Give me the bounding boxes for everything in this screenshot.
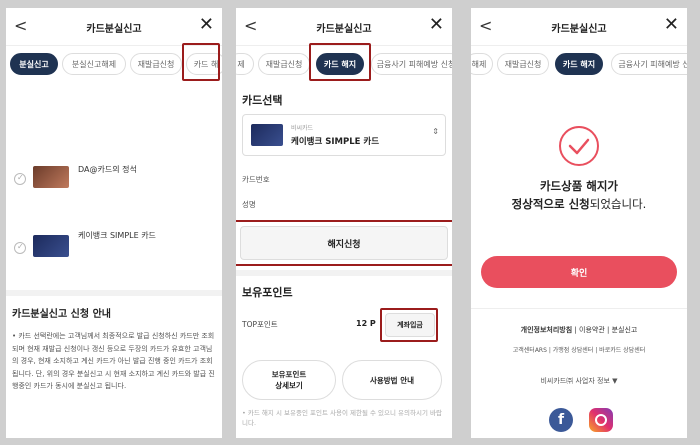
highlight-box — [182, 43, 220, 81]
merchant-center-link[interactable]: 가맹점 상담센터 — [553, 347, 594, 354]
divider — [6, 290, 222, 296]
page-title: 카드분실신고 — [86, 24, 142, 35]
header: < 카드분실신고 ✕ — [6, 8, 222, 46]
panel-card-cancel: < 카드분실신고 ✕ 제 재발급신청 카드 해지 금융사기 피해예방 신청 카드… — [236, 8, 452, 438]
highlight-box — [380, 308, 438, 342]
tab-reissue[interactable]: 재발급신청 — [258, 53, 310, 75]
points-title: 보유포인트 — [242, 286, 293, 299]
name-label: 성명 — [242, 200, 256, 209]
confirm-button[interactable]: 확인 — [481, 256, 677, 288]
tab-loss-cancel[interactable]: 분실신고해제 — [62, 53, 126, 75]
card-issuer: 비씨카드 — [291, 125, 314, 132]
points-note: • 카드 해지 시 보유중인 포인트 사용이 제한될 수 있으니 유의하시기 바… — [242, 409, 442, 427]
tab-partial[interactable]: 제 — [236, 53, 254, 75]
tab-release[interactable]: 해제 — [471, 53, 493, 75]
card-select-dropdown[interactable]: 비씨카드 케이뱅크 SIMPLE 카드 ⇕ — [242, 114, 446, 156]
view-points-button[interactable]: 보유포인트 상세보기 — [242, 360, 336, 400]
check-circle-icon — [559, 126, 599, 166]
company-info-label: 비씨카드㈜ 사업자 정보 — [540, 377, 610, 385]
card-image-2 — [33, 235, 69, 257]
card-name-2[interactable]: 케이뱅크 SIMPLE 카드 — [78, 230, 156, 241]
ars-link[interactable]: 고객센터ARS — [513, 347, 547, 354]
highlight-box — [236, 220, 452, 266]
guide-title: 카드분실신고 신청 안내 — [12, 309, 111, 320]
card-check-2[interactable] — [14, 242, 26, 254]
top-point-value: 12 P — [356, 319, 376, 328]
footer-links-1: 개인정보처리방침 | 이용약관 | 분실신고 — [520, 326, 638, 334]
company-info-toggle[interactable]: 비씨카드㈜ 사업자 정보 ▼ — [471, 376, 687, 386]
divider — [471, 308, 687, 309]
card-image-1 — [33, 166, 69, 188]
panel-loss-report: < 카드분실신고 ✕ 분실신고 분실신고해제 재발급신청 카드 해 DA@카드의… — [6, 8, 222, 438]
facebook-icon[interactable]: f — [549, 408, 573, 432]
card-number-label: 카드번호 — [242, 175, 270, 184]
complete-message-line2: 정상적으로 신청되었습니다. — [471, 196, 687, 212]
page-title: 카드분실신고 — [316, 24, 372, 35]
tab-reissue[interactable]: 재발급신청 — [130, 53, 182, 75]
complete-message-line1: 카드상품 해지가 — [539, 179, 619, 193]
card-select-title: 카드선택 — [242, 94, 283, 107]
page-title: 카드분실신고 — [551, 24, 607, 35]
loss-report-link[interactable]: 분실신고 — [612, 326, 638, 334]
barocard-center-link[interactable]: 바로카드 상담센터 — [599, 347, 645, 354]
close-icon[interactable]: ✕ — [664, 14, 679, 35]
terms-link[interactable]: 이용약관 — [579, 326, 605, 334]
guide-text: • 카드 선택란에는 고객님께서 최종적으로 발급 신청하신 카드만 조회되며 … — [12, 332, 215, 390]
chevron-updown-icon: ⇕ — [432, 127, 439, 136]
card-name-1[interactable]: DA@카드의 정석 — [78, 164, 137, 175]
tab-card-cancel[interactable]: 카드 해지 — [555, 53, 603, 75]
header: < 카드분실신고 ✕ — [471, 8, 687, 46]
caret-down-icon: ▼ — [612, 377, 618, 385]
message-bold: 정상적으로 신청 — [511, 197, 590, 211]
tab-fraud-prevention[interactable]: 금융사기 피해예방 신청 — [371, 53, 452, 75]
tab-reissue[interactable]: 재발급신청 — [497, 53, 549, 75]
usage-guide-button[interactable]: 사용방법 안내 — [342, 360, 442, 400]
instagram-icon[interactable] — [589, 408, 613, 432]
privacy-policy-link[interactable]: 개인정보처리방침 — [521, 326, 573, 334]
tab-fraud-prevention[interactable]: 금융사기 피해예방 신 — [611, 53, 687, 75]
close-icon[interactable]: ✕ — [429, 14, 444, 35]
card-image — [251, 124, 283, 146]
close-icon[interactable]: ✕ — [199, 14, 214, 35]
footer-links-2: 고객센터ARS | 가맹점 상담센터 | 바로카드 상담센터 — [512, 347, 646, 354]
card-name: 케이뱅크 SIMPLE 카드 — [291, 137, 380, 147]
header: < 카드분실신고 ✕ — [236, 8, 452, 46]
highlight-box — [309, 43, 371, 81]
message-rest: 되었습니다. — [589, 197, 647, 211]
divider — [236, 270, 452, 276]
panel-complete: < 카드분실신고 ✕ 해제 재발급신청 카드 해지 금융사기 피해예방 신 카드… — [471, 8, 687, 438]
tab-loss-report[interactable]: 분실신고 — [10, 53, 58, 75]
card-check-1[interactable] — [14, 173, 26, 185]
top-point-label: TOP포인트 — [242, 320, 278, 329]
